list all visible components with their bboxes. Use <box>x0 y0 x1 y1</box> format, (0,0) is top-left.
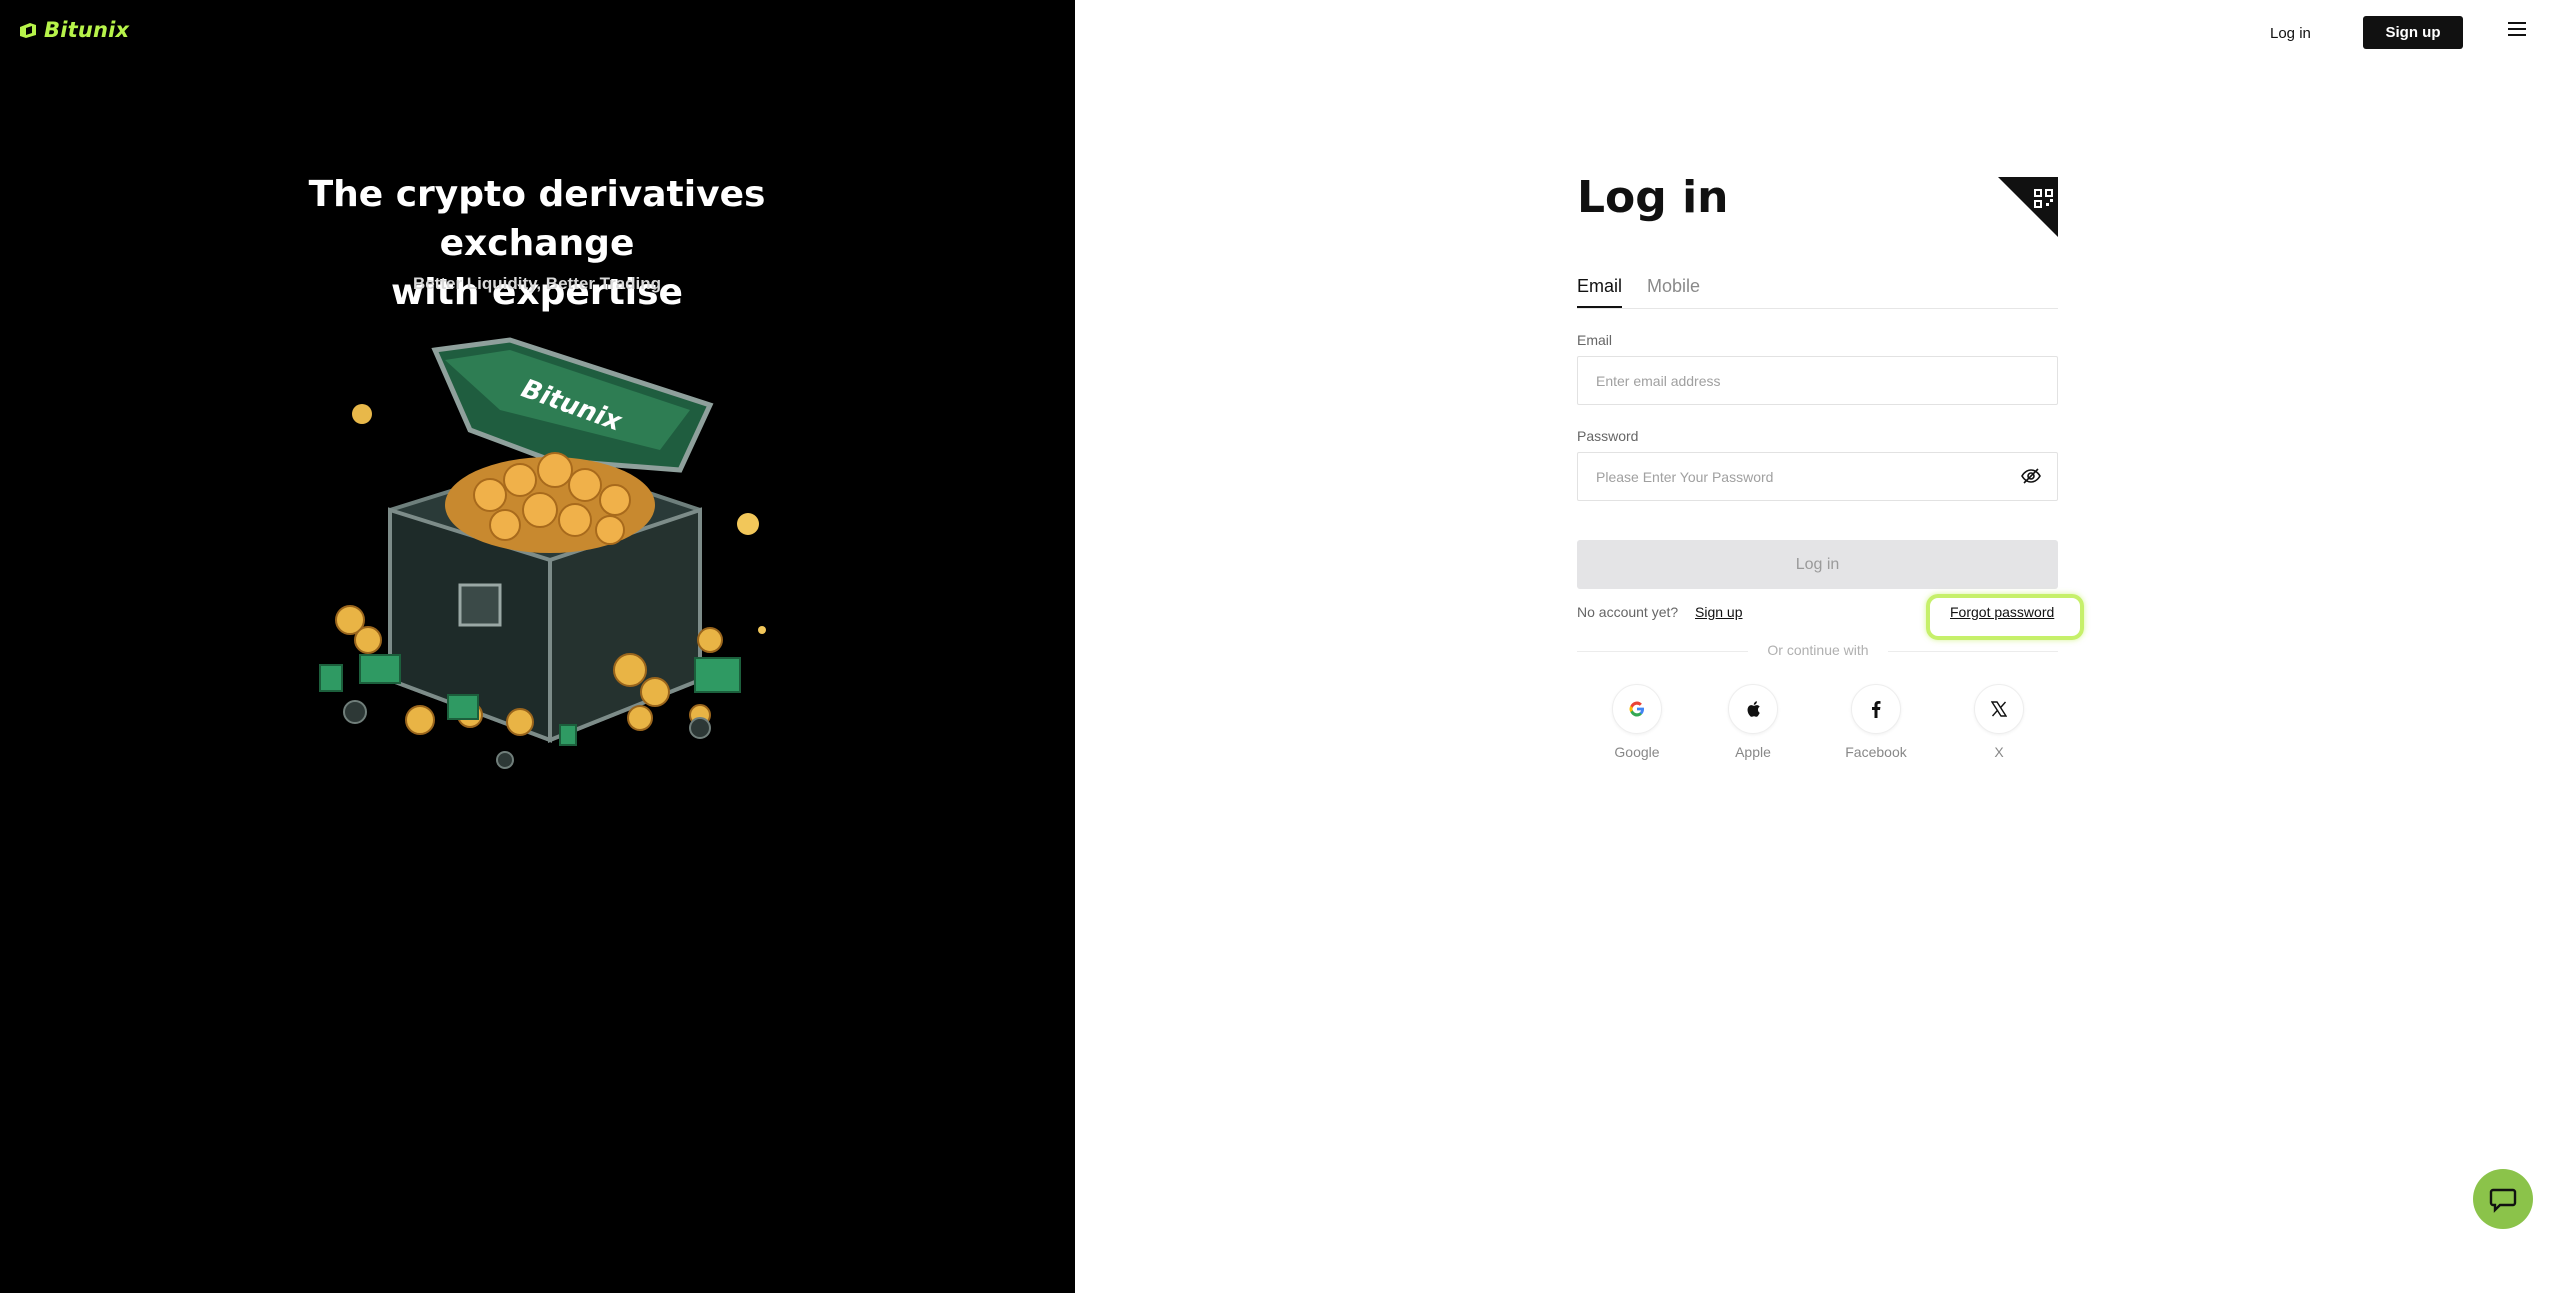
password-input[interactable] <box>1594 453 1998 500</box>
hero-panel: Bitunix The crypto derivatives exchange … <box>0 0 1075 1293</box>
email-input[interactable] <box>1594 357 1998 404</box>
login-submit-button[interactable]: Log in <box>1577 540 2058 589</box>
menu-bar <box>2508 28 2526 30</box>
password-field-box <box>1577 452 2058 501</box>
google-label: Google <box>1614 744 1660 760</box>
brand-name: Bitunix <box>44 18 130 42</box>
hero-subtitle: Better Liquidity, Better Trading <box>412 274 662 293</box>
header-login-link[interactable]: Log in <box>2270 20 2311 48</box>
tab-mobile[interactable]: Mobile <box>1647 276 1700 306</box>
support-chat-button[interactable] <box>2473 1169 2533 1229</box>
x-icon <box>1991 701 2007 717</box>
qr-code-login-icon[interactable] <box>1998 177 2058 237</box>
facebook-login-button[interactable]: Facebook <box>1831 684 1921 760</box>
tab-email[interactable]: Email <box>1577 276 1623 308</box>
apple-circle <box>1728 684 1778 734</box>
chat-bubble-icon <box>2489 1188 2517 1213</box>
login-method-tabs: Email Mobile <box>1577 276 2058 309</box>
google-login-button[interactable]: Google <box>1592 684 1682 760</box>
page-title: Log in <box>1577 172 1729 223</box>
menu-bar <box>2508 22 2526 24</box>
facebook-icon <box>1872 701 1881 718</box>
eye-hidden-icon[interactable] <box>2021 467 2041 485</box>
treasure-chest-illustration: Bitunix <box>319 337 766 769</box>
x-label: X <box>1994 744 2004 760</box>
header-signup-button[interactable]: Sign up <box>2363 16 2463 49</box>
password-label: Password <box>1577 428 1639 444</box>
google-icon <box>1629 701 1644 717</box>
brand-logo[interactable]: Bitunix <box>18 18 129 42</box>
x-login-button[interactable]: X <box>1954 684 2044 760</box>
facebook-label: Facebook <box>1845 744 1907 760</box>
hero-title-line1: The crypto derivatives exchange <box>308 174 766 264</box>
menu-bar <box>2508 34 2526 36</box>
or-continue-text: Or continue with <box>1748 642 1888 658</box>
forgot-password-link[interactable]: Forgot password <box>1950 604 2054 620</box>
apple-icon <box>1747 701 1760 717</box>
google-circle <box>1612 684 1662 734</box>
signup-link[interactable]: Sign up <box>1695 604 1742 620</box>
apple-label: Apple <box>1735 744 1771 760</box>
facebook-circle <box>1851 684 1901 734</box>
bitunix-logo-icon <box>20 23 36 38</box>
menu-icon[interactable] <box>2508 22 2526 38</box>
no-account-text: No account yet? <box>1577 604 1679 620</box>
email-label: Email <box>1577 332 1613 348</box>
hero-title: The crypto derivatives exchange with exp… <box>237 170 837 317</box>
x-circle <box>1974 684 2024 734</box>
email-field-box <box>1577 356 2058 405</box>
apple-login-button[interactable]: Apple <box>1708 684 1798 760</box>
